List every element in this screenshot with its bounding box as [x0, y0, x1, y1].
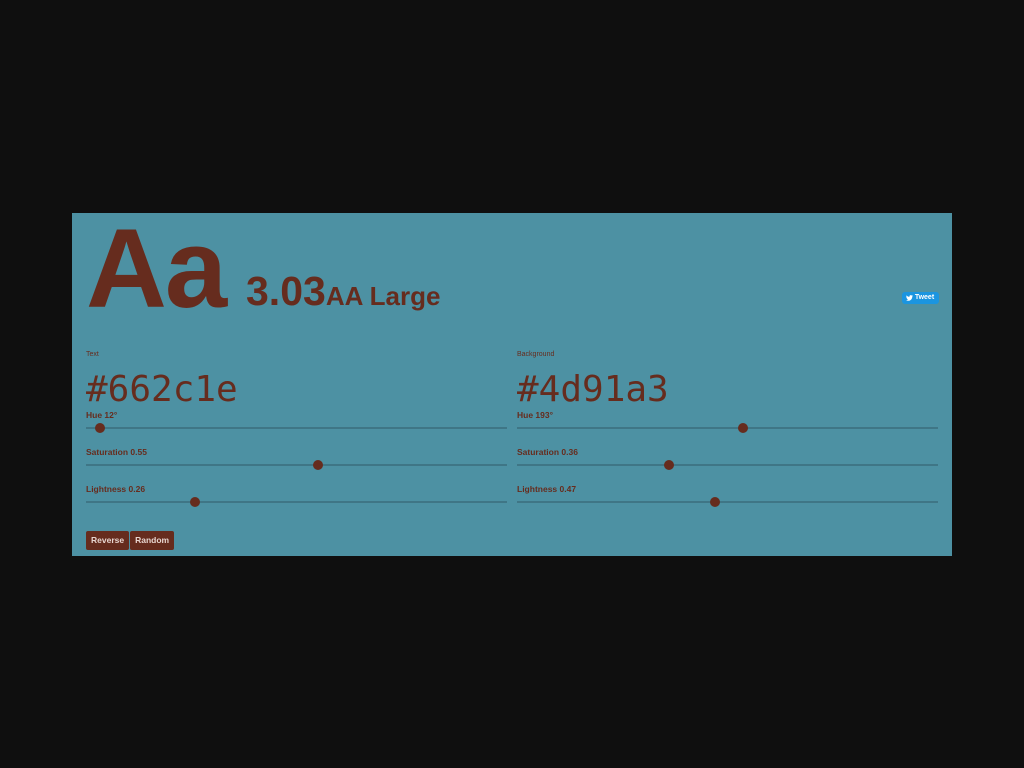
twitter-bird-icon [906, 295, 913, 301]
background-color-label: Background [517, 351, 555, 358]
text-hue-slider: Hue 12° [86, 410, 507, 447]
background-color-controls: Background #4d91a3 Hue 193° Saturation 0… [517, 350, 938, 521]
text-hue-thumb[interactable] [95, 423, 105, 433]
text-saturation-track[interactable] [86, 464, 507, 466]
background-hue-slider: Hue 193° [517, 410, 938, 447]
text-hex-value[interactable]: #662c1e [86, 370, 507, 410]
text-lightness-slider: Lightness 0.26 [86, 484, 507, 521]
text-saturation-label: Saturation 0.55 [86, 447, 147, 457]
background-saturation-thumb[interactable] [664, 460, 674, 470]
sample-text: Aa [86, 206, 227, 331]
contrast-readout: 3.03AA Large [246, 269, 440, 318]
background-hue-thumb[interactable] [738, 423, 748, 433]
background-saturation-track[interactable] [517, 464, 938, 466]
background-hue-label: Hue 193° [517, 410, 554, 420]
background-lightness-label: Lightness 0.47 [517, 484, 577, 494]
text-hue-label: Hue 12° [86, 410, 118, 420]
text-lightness-track[interactable] [86, 501, 507, 503]
contrast-ratio: 3.03 [246, 268, 326, 314]
text-lightness-label: Lightness 0.26 [86, 484, 146, 494]
text-hue-track[interactable] [86, 427, 507, 429]
random-button[interactable]: Random [130, 531, 175, 550]
tweet-button[interactable]: Tweet [902, 292, 939, 304]
text-saturation-thumb[interactable] [313, 460, 323, 470]
text-saturation-slider: Saturation 0.55 [86, 447, 507, 484]
text-lightness-thumb[interactable] [190, 497, 200, 507]
contrast-rating: AA Large [325, 281, 441, 311]
text-color-label: Text [86, 351, 99, 358]
background-lightness-slider: Lightness 0.47 [517, 484, 938, 521]
tweet-label: Tweet [914, 294, 935, 301]
color-contrast-panel: Aa 3.03AA Large Tweet Text #662c1e Hue 1… [72, 213, 952, 556]
background-saturation-slider: Saturation 0.36 [517, 447, 938, 484]
action-buttons: Reverse Random [86, 530, 175, 550]
background-saturation-label: Saturation 0.36 [517, 447, 578, 457]
background-lightness-track[interactable] [517, 501, 938, 503]
text-color-controls: Text #662c1e Hue 12° Saturation 0.55 Lig… [86, 350, 507, 521]
background-hue-track[interactable] [517, 427, 938, 429]
reverse-button[interactable]: Reverse [86, 531, 130, 550]
background-lightness-thumb[interactable] [710, 497, 720, 507]
background-hex-value[interactable]: #4d91a3 [517, 370, 938, 410]
